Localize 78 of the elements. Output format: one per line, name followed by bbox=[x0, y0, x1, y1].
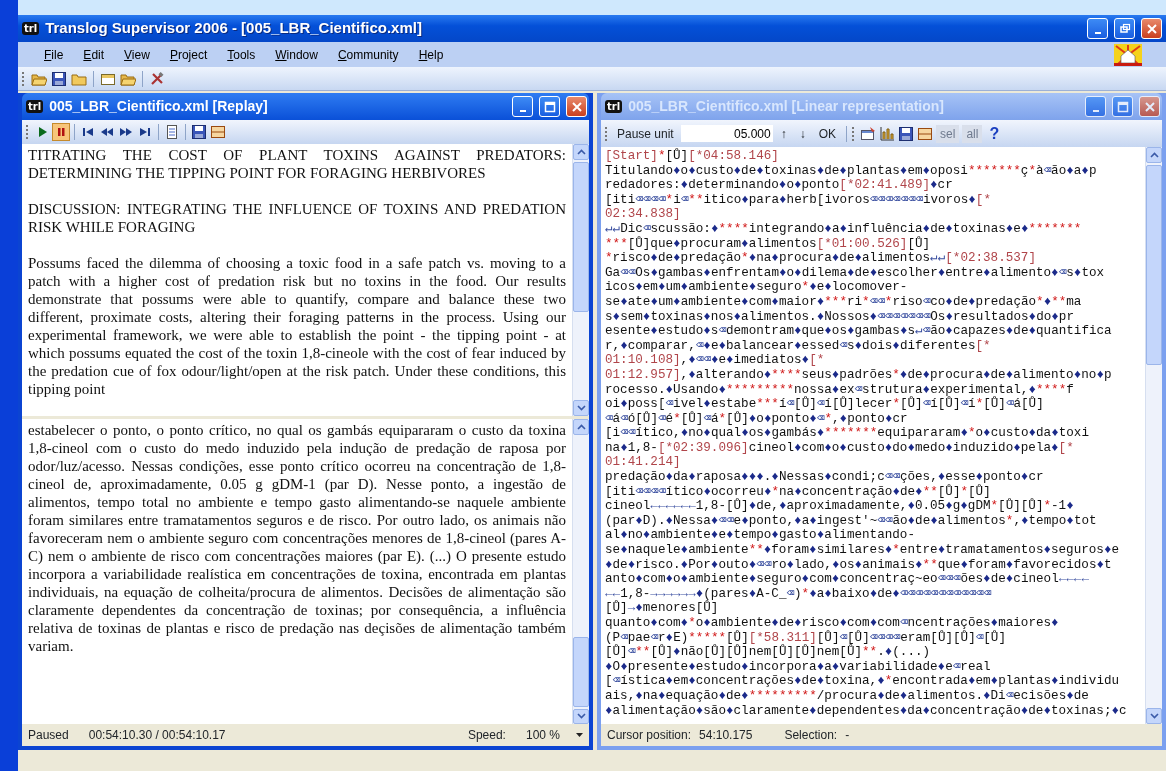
speed-dropdown[interactable]: 100 % bbox=[525, 726, 583, 744]
save-icon[interactable] bbox=[898, 125, 915, 142]
chevron-up-icon bbox=[576, 423, 586, 430]
app-logo: trl bbox=[605, 100, 623, 113]
document-icon[interactable] bbox=[164, 124, 180, 140]
save-icon[interactable] bbox=[191, 124, 207, 140]
app-logo: trl bbox=[22, 22, 40, 35]
linear-text: [Start]*[Ů][*04:58.146] Titulando♦o♦custo♦de♦toxinas♦de♦plantas♦em♦oposi*******ç*à⌫ão♦a♦p redadores:♦determinando♦o♦ponto[*02:41.489]♦cr [iti⌫⌫⌫⌫*i⌫**itico♦para♦herb[ivoros⌫⌫⌫⌫⌫⌫⌫ivoros♦[* 02:34.838] ↵↵Dic⌫scussão:♦****integrando♦a♦influência♦de♦toxinas♦e♦******* ***[Ů]que♦procuram♦alimentos[*01:00.526][Ů] *risco♦de♦predação*♦na♦procura♦de♦alimentos↵↵[*02:38.537] Ga⌫⌫Os♦gambas♦enfrentam♦o♦dilema♦de♦escolher♦entre♦alimento♦⌫s♦tox icos♦em♦um♦ambiente♦seguro*♦e♦locomover- se♦ate♦um♦ambiente♦com♦maior♦***ri*⌫⌫*riso⌫co♦de♦predação*♦**ma s♦sem♦toxinas♦nos♦alimentos.♦Nossos♦⌫⌫⌫⌫⌫⌫⌫Os♦resultados♦do♦pr esente♦estudo♦s⌫demontram♦que♦os♦gambas♦s↵⌫ão♦capazes♦de♦quantifica r,♦comparar,⌫♦e♦balancear♦essed⌫s♦dois♦diferentes[* 01:10.108],♦⌫⌫♦e♦imediatos♦[* 01:12.957],♦alterando♦****seus♦padrões*♦de♦procura♦de♦alimento♦no♦p rocesso.♦Usando♦*********nossa♦ex⌫strutura♦experimental,♦****f oi♦poss[⌫ivel♦estabe***í⌫[Ů]⌫í[Ů]lecer*[Ů]⌫í[Ů]⌫í*[Ů]⌫á[Ů] ⌫á⌫ó[Ů]⌫é*[Ů]⌫á*[Ů]♦o♦ponto♦⌫*,♦ponto♦cr [i⌫⌫ítico,♦no♦qual♦os♦gambás♦*******equipararam♦*o♦custo♦da♦toxi na♦1,8-[*02:39.096]cineol♦com♦o♦custo♦do♦medo♦induzido♦pela♦[* 01:41.214] predação♦da♦raposa♦♦♦.♦Nessas♦condi;c⌫⌫ções,♦esse♦ponto♦cr [iti⌫⌫⌫⌫ítico♦ocorreu♦*na♦concentração♦de♦**[Ů]*[Ů] cineol←←←←←←1,8-[Ů]♦de,♦aproximadamente,♦0.05♦g♦gDM*[Ů][Ů]*-1♦ (par♦D).♦Nessa♦⌫⌫e♦ponto,♦a♦ingest'~⌫⌫ão♦de♦alimentos*,♦tempo♦tot al♦no♦ambiente♦e♦tempo♦gasto♦alimentando- se♦naquele♦ambiente**♦foram♦similares♦*entre♦tramatamentos♦seguros♦e ♦de♦risco.♦Por♦outo♦⌫⌫ro♦lado,♦os♦animais♦**que♦foram♦favorecidos♦t anto♦com♦o♦ambiente♦seguro♦com♦concentraç~eo⌫⌫⌫ões♦de♦cineol←←←← ←←1,8-→→→→→→♦(pares♦A-C_⌫)*♦a♦baixo♦de♦⌫⌫⌫⌫⌫⌫⌫⌫⌫⌫⌫⌫ [Ů]→♦menores[Ů] quanto♦com♦*o♦ambiente♦de♦risco♦com♦com⌫ncentrações♦maiores♦ (P⌫pae⌫r♦E)*****[Ů][*58.311][Ů]⌫[Ů]⌫⌫⌫⌫eram[Ů][Ů]⌫[Ů] [Ů]⌫**[Ů]♦não[Ů][Ů]nem[Ů][Ů]nem[Ů]**.♦(...) ♦O♦presente♦estudo♦incorpora♦a♦variabilidade♦e⌫real [⌫ística♦em♦concentrações♦de♦toxina,♦*encontrada♦em♦plantas♦individu ais,♦na♦equação♦de♦*********/procura♦de♦alimentos.♦Di⌫ecisões♦de ♦alimentação♦são♦claramente♦dependentes♦da♦concentração♦de♦toxinas;♦c bbox=[604, 147, 1128, 720]
scroll-up-button[interactable] bbox=[573, 419, 589, 435]
restore-button[interactable] bbox=[1114, 18, 1135, 39]
speed-label: Speed: bbox=[467, 727, 506, 744]
up-button[interactable]: ↑ bbox=[775, 123, 792, 144]
down-button[interactable]: ↓ bbox=[794, 123, 811, 144]
paragraph-text: estabelecer o ponto, o ponto crítico, no qual os gambás equipararam o custo da toxina 1,8-cineol com o custo do medo induzido pela indução de predação de raposa por odor/luz/acesso. Nessas condições, esse ponto crítico ocorreu na concentração de 1,8-cineol de, aproximadamente, 0.05 g gDM-1 (par D). Nesse ponto, a ingestão de alimentos, tempo total no ambiente e tempo gasto alimentando-se naquele ambiente foram similares entre tramatamentos seguros e de risco. Por outro lado, os animais não favoreceram nem o ambiente seguro com concentrações menores de 1,8-cineol (pares A-C) nem o ambiente de risco com concentrações maiores (par E). (...) O presente estudo incorpora a variabilidade realística em concentrações de toxina, encontrada em plantas individuais, na equação de colheita/procura de alimentos. Decisões de alimentação são claramente dependentes da concentração de toxinas; por consequência, a influência relativa de toxinas de plantas e risco de predação nas deçisões de alimentação também variam. bbox=[28, 421, 566, 655]
scrollbar-thumb[interactable] bbox=[1146, 165, 1162, 365]
window-title: 005_LBR_Cientifico.xml [Linear representation] bbox=[628, 97, 945, 116]
paragraph-text: Possums faced the dilemma of choosing a toxic food in a safe patch vs. moving to a patch with a higher cost of predation risk but no toxins in the food. Our results demonstrate that possums were able to quantify, compare and balance these two different, proximate costs, altering their foraging patterns in the process. Using our experimental framework, we were able to establish the point - the tipping point - at which possums equated the cost of the toxin 1,8-cineole with the cost of fear induced by the predation cue of fox odour/light/open at the risk patch. Under these conditions, this tipping point bbox=[28, 254, 566, 398]
close-button[interactable] bbox=[566, 96, 587, 117]
minimize-icon bbox=[1094, 31, 1101, 34]
maximize-icon bbox=[543, 100, 556, 113]
chevron-down-icon bbox=[576, 713, 586, 720]
chevron-up-icon bbox=[576, 149, 586, 155]
menu-item[interactable]: File bbox=[34, 45, 74, 64]
scrollbar-thumb[interactable] bbox=[573, 636, 589, 707]
maximize-button[interactable] bbox=[539, 96, 560, 117]
chart-icon[interactable] bbox=[879, 125, 896, 142]
window-title: Translog Supervisor 2006 - [005_LBR_Cientifico.xml] bbox=[45, 18, 422, 39]
chevron-down-icon bbox=[576, 405, 586, 411]
paragraph-text: TITRATING THE COST OF PLANT TOXINS AGAINST PREDATORS: DETERMINING THE TIPPING POINT FOR FORAGING HERBIVORES bbox=[28, 146, 566, 182]
status-text: Paused bbox=[28, 727, 69, 744]
selection-value: - bbox=[845, 727, 850, 744]
scroll-up-button[interactable] bbox=[573, 144, 589, 160]
minimize-button[interactable] bbox=[1085, 96, 1106, 117]
close-icon bbox=[570, 100, 583, 113]
selection-label: Selection: bbox=[784, 727, 838, 744]
close-button[interactable] bbox=[1139, 96, 1160, 117]
menu-item[interactable]: Window bbox=[265, 45, 328, 64]
scroll-up-button[interactable] bbox=[1146, 147, 1162, 163]
close-icon bbox=[1145, 22, 1158, 35]
close-icon bbox=[1143, 100, 1156, 113]
scroll-down-button[interactable] bbox=[1146, 708, 1162, 724]
app-logo: trl bbox=[26, 100, 44, 113]
minimize-button[interactable] bbox=[1087, 18, 1108, 39]
minimize-button[interactable] bbox=[512, 96, 533, 117]
scrollbar-thumb[interactable] bbox=[573, 162, 589, 312]
menu-item[interactable]: Project bbox=[159, 45, 218, 64]
time-text: 00:54:10.30 / 00:54:10.17 bbox=[88, 727, 226, 744]
window-title: 005_LBR_Cientifico.xml [Replay] bbox=[49, 97, 269, 116]
minimize-icon bbox=[1092, 109, 1099, 112]
save-icon[interactable] bbox=[51, 70, 67, 87]
tools-icon[interactable] bbox=[149, 70, 165, 87]
field-label: Pause unit bbox=[616, 125, 675, 143]
chevron-up-icon bbox=[1149, 152, 1159, 158]
help-button[interactable]: ? bbox=[985, 121, 1004, 146]
maximize-button[interactable] bbox=[1112, 96, 1133, 117]
panel-icon[interactable] bbox=[917, 125, 934, 142]
window-icon[interactable] bbox=[860, 125, 877, 142]
menu-item[interactable]: Community bbox=[327, 45, 409, 64]
cursor-label: Cursor position: bbox=[607, 727, 692, 744]
ok-button[interactable]: OK bbox=[813, 123, 842, 144]
maximize-icon bbox=[1116, 100, 1129, 113]
pause-unit-field[interactable]: 05.000 bbox=[680, 125, 773, 142]
menu-item[interactable]: Tools bbox=[217, 45, 266, 64]
scroll-down-button[interactable] bbox=[573, 708, 589, 724]
menu-item[interactable]: View bbox=[114, 45, 160, 64]
chevron-down-icon bbox=[1149, 713, 1159, 719]
close-button[interactable] bbox=[1141, 18, 1162, 39]
restore-icon bbox=[1118, 22, 1131, 35]
pause-icon[interactable] bbox=[53, 124, 69, 140]
panel-icon[interactable] bbox=[210, 124, 226, 140]
minimize-icon bbox=[519, 109, 526, 112]
house-icon[interactable] bbox=[1114, 43, 1142, 66]
menu-item[interactable]: Help bbox=[408, 45, 454, 64]
caret-icon bbox=[576, 733, 583, 737]
menu-item[interactable]: Edit bbox=[73, 45, 115, 64]
scroll-down-button[interactable] bbox=[573, 400, 589, 416]
cursor-value: 54:10.175 bbox=[699, 727, 753, 744]
paragraph-text: DISCUSSION: INTEGRATING THE INFLUENCE OF TOXINS AND PREDATION RISK WHILE FORAGING bbox=[28, 200, 566, 236]
